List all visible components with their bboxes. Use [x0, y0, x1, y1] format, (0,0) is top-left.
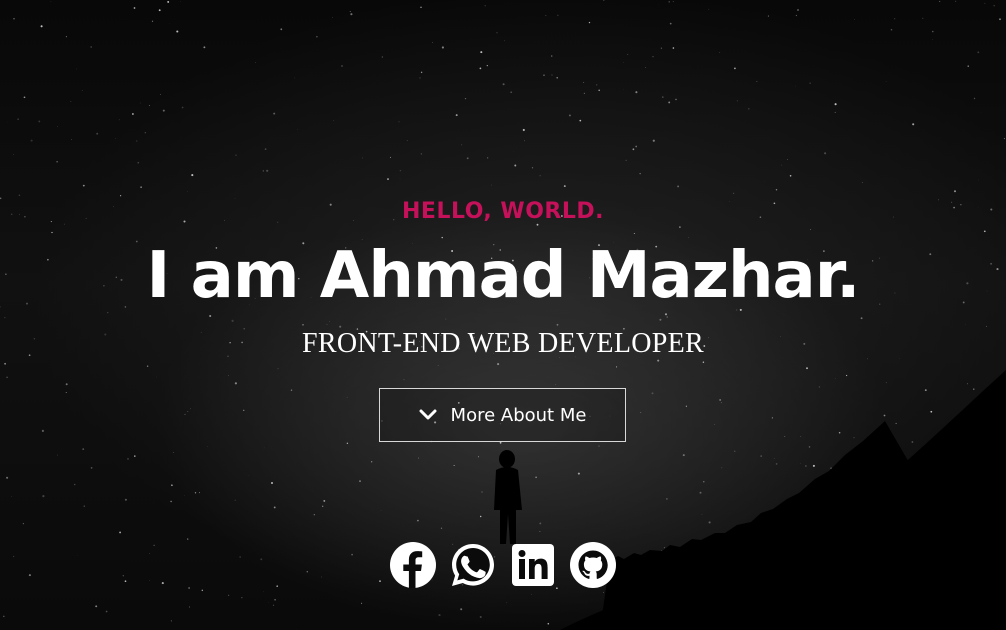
- more-about-me-label: More About Me: [450, 404, 587, 426]
- greeting-text: HELLO, WORLD.: [402, 199, 604, 224]
- linkedin-icon: [512, 544, 554, 586]
- facebook-icon: [390, 542, 436, 588]
- github-icon: [570, 542, 616, 588]
- page-title: I am Ahmad Mazhar.: [146, 239, 861, 313]
- facebook-link[interactable]: [389, 541, 437, 589]
- social-links: [0, 541, 1006, 589]
- whatsapp-link[interactable]: [449, 541, 497, 589]
- chevron-down-icon: [419, 409, 437, 421]
- role-subtitle: FRONT-END WEB DEVELOPER: [301, 328, 705, 359]
- hero-section: HELLO, WORLD. I am Ahmad Mazhar. FRONT-E…: [0, 0, 1006, 630]
- more-about-me-button[interactable]: More About Me: [379, 388, 626, 442]
- whatsapp-icon: [452, 544, 494, 586]
- linkedin-link[interactable]: [509, 541, 557, 589]
- github-link[interactable]: [569, 541, 617, 589]
